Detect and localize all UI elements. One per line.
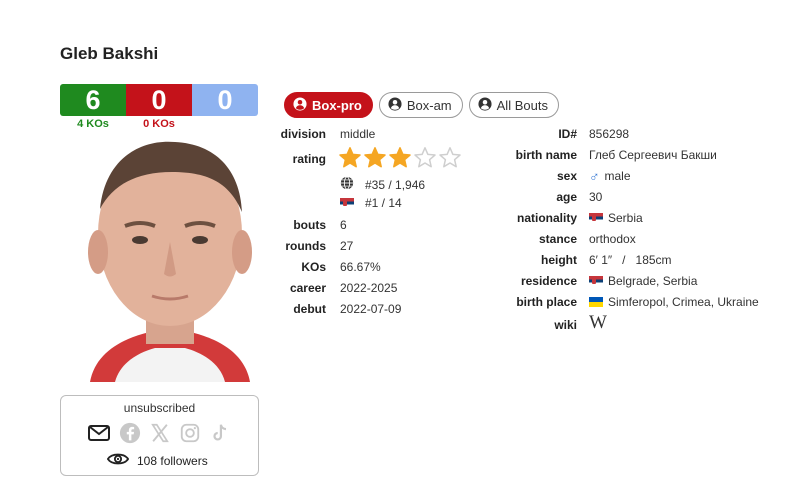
globe-icon	[340, 176, 354, 193]
eye-icon	[106, 451, 130, 470]
division-value[interactable]: middle	[340, 127, 375, 141]
social-links	[87, 421, 231, 445]
rounds-label: rounds	[285, 239, 326, 253]
star-filled-icon	[389, 147, 411, 168]
age-value: 30	[589, 190, 603, 204]
height-label: height	[541, 253, 577, 267]
facebook-icon[interactable]	[119, 422, 141, 444]
rounds-value: 27	[340, 239, 354, 253]
kos-value: 66.67%	[340, 260, 381, 274]
tab-label: Box-pro	[312, 97, 362, 113]
star-filled-icon	[339, 147, 361, 168]
world-rank-value: #35 / 1,946	[365, 177, 426, 192]
tab-all-bouts[interactable]: All Bouts	[468, 92, 559, 118]
serbia-flag-icon	[589, 213, 603, 223]
bouts-value: 6	[340, 218, 347, 232]
mail-icon[interactable]	[87, 421, 111, 445]
debut-value[interactable]: 2022-07-09	[340, 302, 401, 316]
nationality-text: Serbia	[608, 211, 643, 225]
career-label: career	[289, 281, 326, 295]
residence-text: Belgrade, Serbia	[608, 274, 698, 288]
user-icon	[478, 96, 492, 114]
wins-ko: 4 KOs	[77, 118, 109, 130]
sex-label: sex	[556, 169, 577, 183]
instagram-icon[interactable]	[179, 422, 201, 444]
sex-value: ♂ male	[589, 168, 631, 184]
birth-place-label: birth place	[516, 295, 577, 309]
losses-ko: 0 KOs	[143, 118, 175, 130]
birth-place-value[interactable]: Simferopol, Crimea, Ukraine	[589, 295, 759, 309]
height-value: 6′ 1″ / 185cm	[589, 253, 672, 267]
wiki-label: wiki	[554, 318, 577, 332]
rating-label: rating	[292, 152, 326, 166]
star-empty-icon	[439, 147, 461, 168]
birth-place-text: Simferopol, Crimea, Ukraine	[608, 295, 759, 309]
subscription-status: unsubscribed	[123, 401, 196, 415]
losses-count: 0	[126, 84, 192, 116]
serbia-flag-icon	[589, 276, 603, 286]
residence-value[interactable]: Belgrade, Serbia	[589, 274, 697, 288]
stance-label: stance	[538, 232, 577, 246]
tab-label: All Bouts	[496, 97, 548, 113]
nationality-label: nationality	[516, 211, 577, 225]
age-label: age	[556, 190, 577, 204]
debut-label: debut	[293, 302, 326, 316]
male-icon: ♂	[589, 168, 600, 184]
boxer-photo	[80, 134, 260, 382]
birth-name-label: birth name	[515, 148, 577, 162]
boxer-name: Gleb Bakshi	[60, 44, 159, 63]
rating-stars	[338, 146, 462, 170]
birth-name-value: Глеб Сергеевич Бакши	[589, 148, 717, 162]
draws-count: 0	[192, 84, 258, 116]
career-value: 2022-2025	[340, 281, 398, 295]
user-icon	[293, 96, 307, 114]
record-summary: 6 0 0	[60, 84, 258, 116]
subscription-box: unsubscribed 108 followers	[60, 395, 259, 476]
user-icon	[388, 96, 402, 114]
bout-type-tabs: Box-pro Box-am All Bouts	[284, 92, 559, 118]
wins-count: 6	[60, 84, 126, 116]
tiktok-icon[interactable]	[209, 422, 231, 444]
division-label: division	[280, 127, 326, 141]
wikipedia-icon[interactable]: W	[589, 312, 607, 334]
bouts-label: bouts	[293, 218, 326, 232]
star-empty-icon	[414, 147, 436, 168]
world-rank[interactable]: #35 / 1,946	[340, 176, 425, 193]
serbia-flag-icon	[340, 198, 354, 208]
kos-label: KOs	[301, 260, 326, 274]
id-label: ID#	[558, 127, 577, 141]
star-filled-icon	[364, 147, 386, 168]
residence-label: residence	[520, 274, 577, 288]
ukraine-flag-icon	[589, 297, 603, 307]
tab-box-am[interactable]: Box-am	[378, 92, 463, 118]
tab-box-pro[interactable]: Box-pro	[284, 92, 373, 118]
sex-text: male	[604, 169, 631, 183]
x-twitter-icon[interactable]	[149, 422, 171, 444]
followers-row[interactable]: 108 followers	[106, 451, 208, 470]
stance-value: orthodox	[589, 232, 636, 246]
nationality-value[interactable]: Serbia	[589, 211, 643, 225]
followers-count: 108 followers	[137, 453, 208, 468]
id-value: 856298	[589, 127, 630, 141]
ko-counts: 4 KOs 0 KOs	[60, 118, 192, 130]
country-rank-value: #1 / 14	[365, 196, 402, 210]
country-rank[interactable]: #1 / 14	[340, 196, 402, 210]
tab-label: Box-am	[406, 97, 452, 113]
